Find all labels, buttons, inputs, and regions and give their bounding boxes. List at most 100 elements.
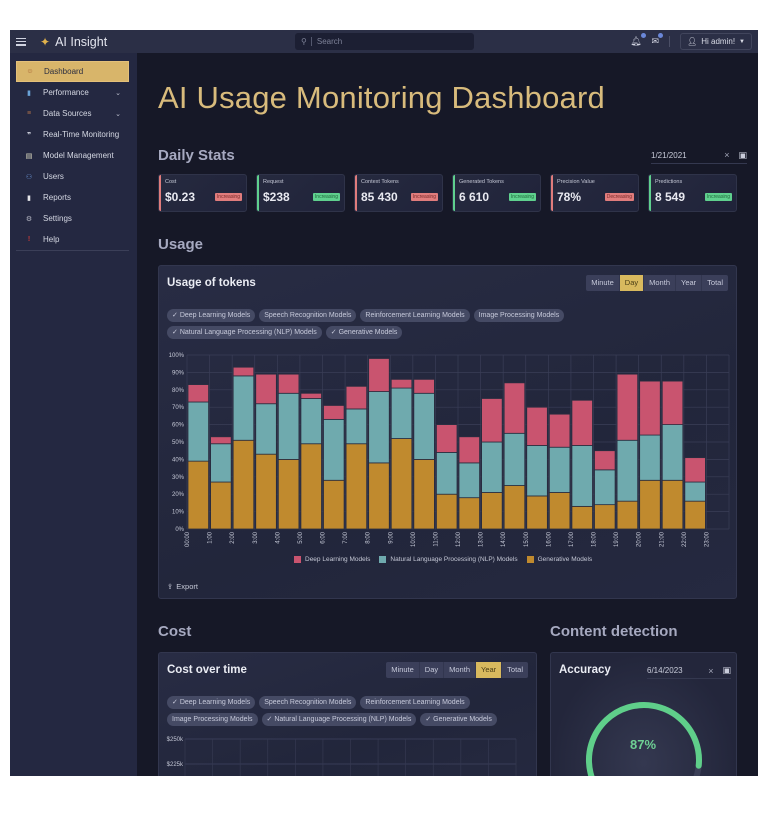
bar-segment-deep-learning-models[interactable] bbox=[255, 373, 277, 405]
bar-segment-deep-learning-models[interactable] bbox=[548, 413, 571, 448]
legend-item[interactable]: Deep Learning Models bbox=[294, 556, 370, 563]
bar-segment-generative-models[interactable] bbox=[458, 497, 480, 530]
sidebar-item-settings[interactable]: ⚙ Settings bbox=[16, 208, 129, 229]
sidebar-item-data-sources[interactable]: ≡ Data Sources ⌄ bbox=[16, 103, 129, 124]
bar-segment-natural-language-processing-nlp-models[interactable] bbox=[232, 375, 255, 441]
bar-segment-natural-language-processing-nlp-models[interactable] bbox=[526, 445, 548, 497]
bar-segment-generative-models[interactable] bbox=[661, 479, 684, 530]
brand[interactable]: ✦ AI Insight bbox=[40, 35, 107, 49]
bar-segment-generative-models[interactable] bbox=[436, 493, 458, 530]
bar-segment-natural-language-processing-nlp-models[interactable] bbox=[390, 387, 413, 439]
sidebar-item-help[interactable]: ! Help bbox=[16, 229, 129, 250]
bar-segment-natural-language-processing-nlp-models[interactable] bbox=[436, 452, 458, 495]
accuracy-date-field[interactable]: 6/14/2023 × ▣ bbox=[647, 663, 731, 679]
bar-segment-natural-language-processing-nlp-models[interactable] bbox=[661, 424, 684, 481]
bar-segment-deep-learning-models[interactable] bbox=[390, 378, 413, 389]
bar-segment-deep-learning-models[interactable] bbox=[368, 358, 390, 392]
bar-segment-generative-models[interactable] bbox=[571, 505, 593, 530]
period-month[interactable]: Month bbox=[444, 662, 476, 678]
period-minute[interactable]: Minute bbox=[586, 275, 620, 291]
legend-item[interactable]: Natural Language Processing (NLP) Models bbox=[379, 556, 518, 563]
filter-chip[interactable]: ✓ Deep Learning Models bbox=[167, 696, 256, 709]
bar-segment-natural-language-processing-nlp-models[interactable] bbox=[594, 469, 616, 506]
filter-chip[interactable]: Image Processing Models bbox=[473, 309, 565, 322]
bar-segment-generative-models[interactable] bbox=[255, 453, 277, 530]
bar-segment-generative-models[interactable] bbox=[481, 492, 503, 530]
sidebar-item-performance[interactable]: ▮ Performance ⌄ bbox=[16, 82, 129, 103]
bar-segment-natural-language-processing-nlp-models[interactable] bbox=[277, 392, 300, 460]
clear-icon[interactable]: × bbox=[708, 666, 713, 676]
bar-segment-generative-models[interactable] bbox=[616, 500, 639, 530]
calendar-icon[interactable]: ▣ bbox=[738, 150, 747, 161]
period-day[interactable]: Day bbox=[420, 662, 445, 678]
bar-segment-generative-models[interactable] bbox=[413, 459, 435, 530]
bar-segment-generative-models[interactable] bbox=[526, 495, 548, 530]
period-year[interactable]: Year bbox=[676, 275, 703, 291]
bar-segment-deep-learning-models[interactable] bbox=[661, 380, 684, 425]
period-total[interactable]: Total bbox=[502, 662, 528, 678]
bar-segment-natural-language-processing-nlp-models[interactable] bbox=[255, 403, 277, 455]
legend-item[interactable]: Generative Models bbox=[526, 556, 592, 563]
sidebar-item-users[interactable]: ⚇ Users bbox=[16, 166, 129, 187]
filter-chip[interactable]: Image Processing Models bbox=[167, 713, 258, 726]
bar-segment-deep-learning-models[interactable] bbox=[594, 450, 616, 471]
filter-chip[interactable]: ✓ Generative Models bbox=[420, 713, 497, 726]
bar-segment-natural-language-processing-nlp-models[interactable] bbox=[458, 462, 480, 499]
bar-segment-deep-learning-models[interactable] bbox=[232, 366, 255, 377]
bar-segment-deep-learning-models[interactable] bbox=[436, 424, 458, 453]
sidebar-item-dashboard[interactable]: ☺ Dashboard bbox=[16, 61, 129, 82]
bar-segment-generative-models[interactable] bbox=[503, 485, 526, 530]
bar-segment-natural-language-processing-nlp-models[interactable] bbox=[300, 398, 322, 445]
bar-segment-natural-language-processing-nlp-models[interactable] bbox=[345, 408, 368, 445]
bar-segment-natural-language-processing-nlp-models[interactable] bbox=[684, 481, 706, 502]
sidebar-item-model-management[interactable]: ▤ Model Management bbox=[16, 145, 129, 166]
period-day[interactable]: Day bbox=[619, 275, 645, 291]
bar-segment-generative-models[interactable] bbox=[639, 479, 661, 530]
period-month[interactable]: Month bbox=[644, 275, 676, 291]
filter-chip[interactable]: Reinforcement Learning Models bbox=[360, 309, 470, 322]
bar-segment-natural-language-processing-nlp-models[interactable] bbox=[639, 434, 661, 481]
bar-segment-natural-language-processing-nlp-models[interactable] bbox=[368, 391, 390, 464]
sidebar-item-reports[interactable]: ▮ Reports bbox=[16, 187, 129, 208]
bar-segment-deep-learning-models[interactable] bbox=[458, 436, 480, 464]
envelope-icon[interactable]: ✉ bbox=[652, 33, 664, 47]
filter-chip[interactable]: Speech Recognition Models bbox=[259, 309, 357, 322]
bar-segment-natural-language-processing-nlp-models[interactable] bbox=[187, 401, 209, 462]
bar-segment-deep-learning-models[interactable] bbox=[413, 378, 435, 394]
bar-segment-deep-learning-models[interactable] bbox=[187, 384, 209, 403]
bar-segment-deep-learning-models[interactable] bbox=[210, 436, 232, 445]
bar-segment-natural-language-processing-nlp-models[interactable] bbox=[571, 445, 593, 507]
bar-segment-generative-models[interactable] bbox=[277, 459, 300, 530]
bar-segment-generative-models[interactable] bbox=[684, 500, 706, 530]
bar-segment-deep-learning-models[interactable] bbox=[639, 380, 661, 436]
bar-segment-natural-language-processing-nlp-models[interactable] bbox=[323, 418, 345, 481]
bar-segment-generative-models[interactable] bbox=[210, 481, 232, 530]
bar-segment-generative-models[interactable] bbox=[300, 443, 322, 530]
sidebar-item-real-time-monitoring[interactable]: ❞ Real-Time Monitoring bbox=[16, 124, 129, 145]
bar-segment-deep-learning-models[interactable] bbox=[323, 405, 345, 420]
bar-segment-natural-language-processing-nlp-models[interactable] bbox=[481, 441, 503, 493]
bar-segment-generative-models[interactable] bbox=[548, 492, 571, 530]
period-total[interactable]: Total bbox=[702, 275, 728, 291]
filter-chip[interactable]: Speech Recognition Models bbox=[259, 696, 357, 709]
bar-segment-natural-language-processing-nlp-models[interactable] bbox=[548, 446, 571, 493]
bar-segment-natural-language-processing-nlp-models[interactable] bbox=[210, 443, 232, 483]
period-minute[interactable]: Minute bbox=[386, 662, 420, 678]
bar-segment-deep-learning-models[interactable] bbox=[571, 399, 593, 446]
bar-segment-natural-language-processing-nlp-models[interactable] bbox=[616, 439, 639, 502]
bar-segment-deep-learning-models[interactable] bbox=[684, 457, 706, 483]
bar-segment-generative-models[interactable] bbox=[594, 504, 616, 530]
filter-chip[interactable]: Reinforcement Learning Models bbox=[360, 696, 470, 709]
filter-chip[interactable]: ✓ Natural Language Processing (NLP) Mode… bbox=[167, 326, 322, 339]
bar-segment-generative-models[interactable] bbox=[368, 462, 390, 530]
bar-segment-generative-models[interactable] bbox=[345, 443, 368, 530]
bar-segment-deep-learning-models[interactable] bbox=[616, 373, 639, 441]
bar-segment-natural-language-processing-nlp-models[interactable] bbox=[503, 432, 526, 486]
search-input[interactable]: ⚲ Search bbox=[295, 33, 474, 50]
bar-segment-deep-learning-models[interactable] bbox=[345, 385, 368, 410]
bar-segment-deep-learning-models[interactable] bbox=[503, 382, 526, 434]
bar-segment-deep-learning-models[interactable] bbox=[481, 398, 503, 443]
bar-segment-deep-learning-models[interactable] bbox=[526, 406, 548, 446]
filter-chip[interactable]: ✓ Generative Models bbox=[325, 326, 403, 339]
calendar-icon[interactable]: ▣ bbox=[722, 665, 731, 676]
